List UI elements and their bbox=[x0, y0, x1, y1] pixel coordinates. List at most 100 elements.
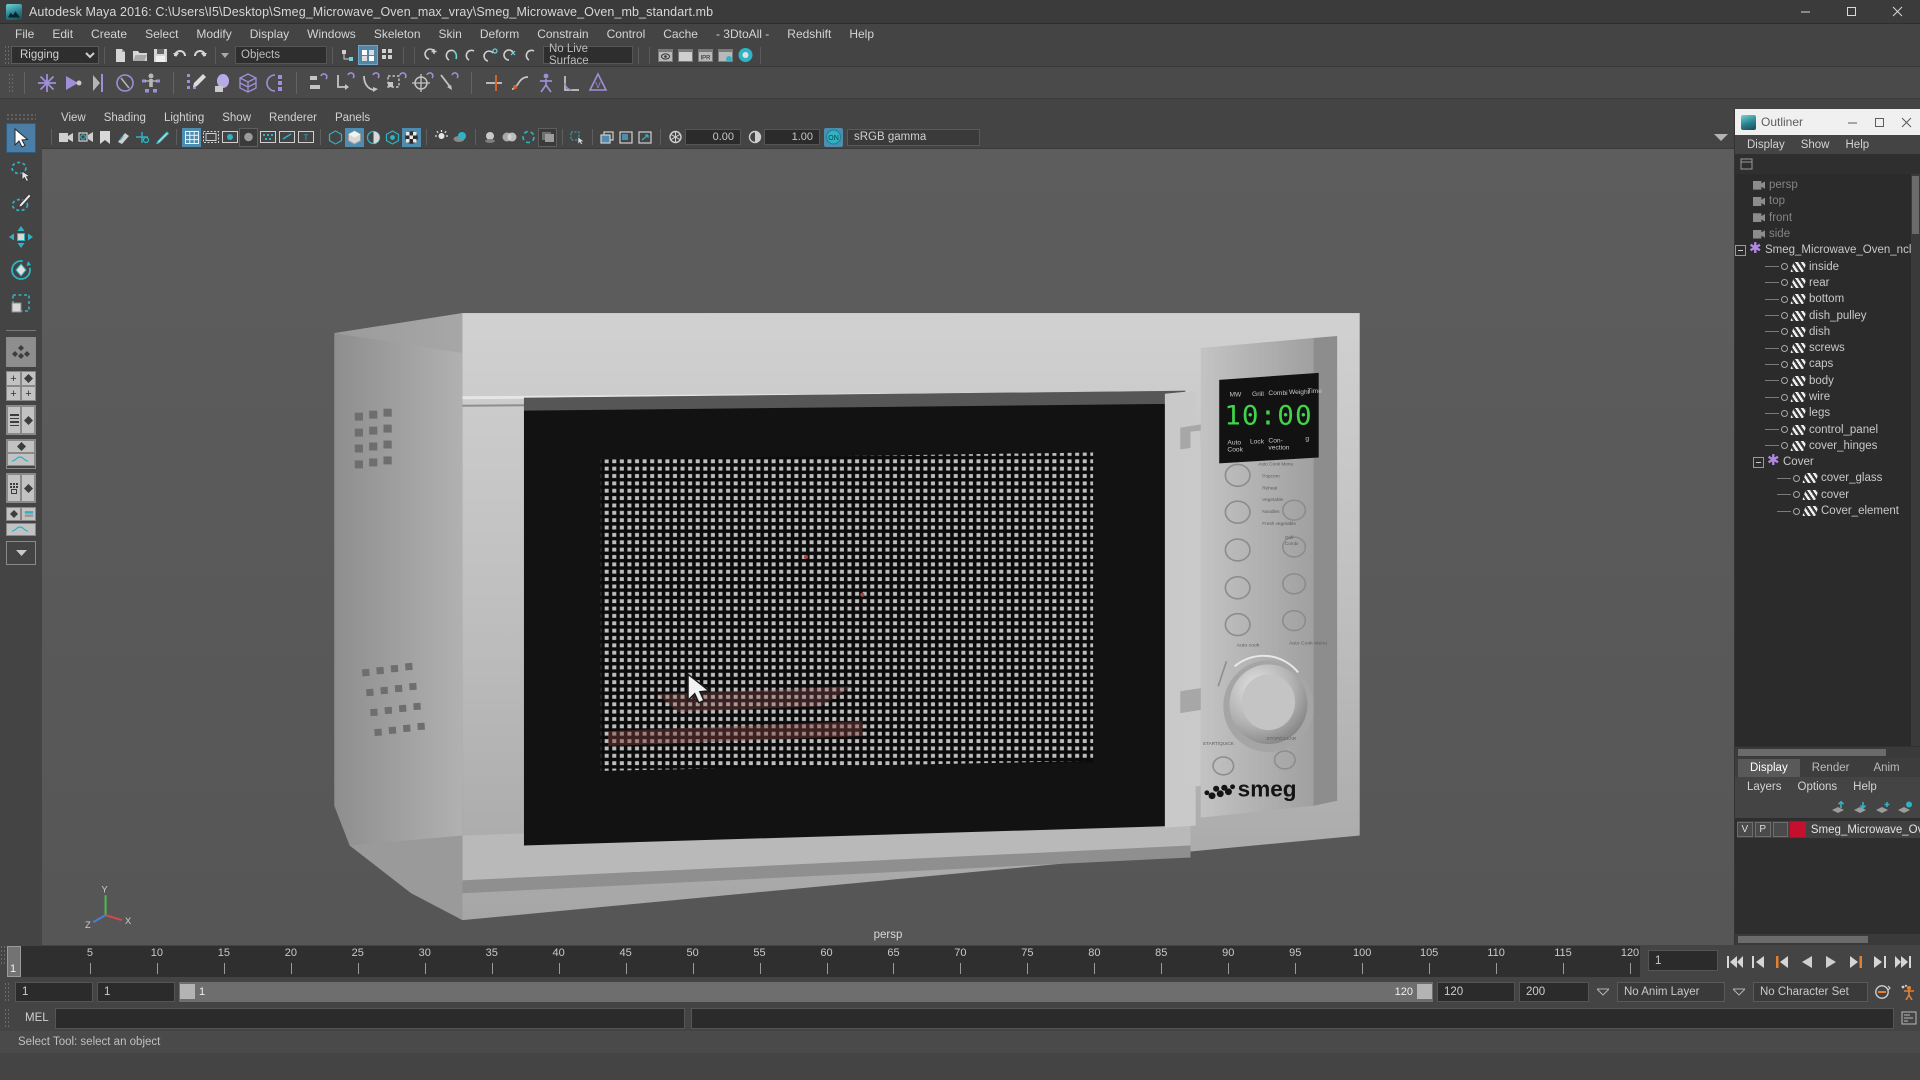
ik-spline-handle-icon[interactable] bbox=[507, 70, 533, 96]
depth-of-field-icon[interactable] bbox=[538, 127, 557, 147]
node-dot-icon[interactable] bbox=[1781, 263, 1788, 271]
time-slider[interactable]: 1 5 10 15 20 25 30 35 40 45 50 55 60 65 70 75 80 85 90 95 1… bbox=[7, 946, 1640, 977]
node-dot-icon[interactable] bbox=[1781, 442, 1788, 450]
outliner-vertical-scrollbar[interactable] bbox=[1911, 174, 1920, 746]
motion-blur-icon[interactable] bbox=[500, 128, 519, 147]
layer-row[interactable]: V P Smeg_Microwave_Ove bbox=[1737, 821, 1920, 838]
node-dot-icon[interactable] bbox=[1781, 393, 1788, 401]
ipr-render-icon[interactable]: IPR bbox=[695, 45, 715, 65]
color-profile-dropdown-icon[interactable] bbox=[1714, 133, 1728, 142]
playback-end-field[interactable]: 200 bbox=[1519, 981, 1589, 1002]
hypershade-persp-layout-icon[interactable] bbox=[6, 473, 36, 503]
shadows-toggle-icon[interactable] bbox=[451, 128, 470, 147]
scale-constraint-icon[interactable] bbox=[384, 70, 410, 96]
node-dot-icon[interactable] bbox=[1793, 507, 1800, 515]
undo-icon[interactable] bbox=[170, 45, 190, 65]
viewport-menu-renderer[interactable]: Renderer bbox=[260, 112, 326, 124]
gamma-icon[interactable] bbox=[745, 128, 764, 147]
outliner-item-body[interactable]: body bbox=[1735, 373, 1920, 389]
outliner-item-dish-pulley[interactable]: dish_pulley bbox=[1735, 307, 1920, 323]
node-dot-icon[interactable] bbox=[1793, 491, 1800, 499]
exposure-field[interactable]: 0.00 bbox=[685, 129, 741, 145]
menuset-selector[interactable]: Rigging bbox=[11, 46, 99, 64]
outliner-item-rear[interactable]: rear bbox=[1735, 275, 1920, 291]
outliner-item-cover[interactable]: ✱ Cover bbox=[1735, 453, 1920, 470]
layer-list[interactable]: V P Smeg_Microwave_Ove bbox=[1735, 818, 1920, 934]
outliner-maximize-button[interactable] bbox=[1866, 109, 1893, 135]
xray-toggle-icon[interactable] bbox=[258, 128, 277, 147]
point-constraint-icon[interactable] bbox=[332, 70, 358, 96]
expand-panel-icon[interactable] bbox=[636, 128, 655, 147]
rotate-tool[interactable] bbox=[6, 255, 36, 285]
camera-attributes-icon[interactable] bbox=[76, 128, 95, 147]
layer-horizontal-scrollbar[interactable] bbox=[1735, 934, 1920, 945]
outliner-item-side[interactable]: side bbox=[1735, 226, 1920, 242]
snap-to-grid-icon[interactable] bbox=[420, 45, 440, 65]
film-gate-icon[interactable] bbox=[201, 128, 220, 147]
grid-toggle-icon[interactable] bbox=[182, 127, 201, 147]
play-forwards-button[interactable] bbox=[1820, 951, 1842, 973]
paint-select-tool[interactable] bbox=[6, 189, 36, 219]
select-camera-icon[interactable] bbox=[57, 128, 76, 147]
single-perspective-layout-icon[interactable] bbox=[6, 337, 36, 367]
full-body-ik-icon[interactable] bbox=[533, 70, 559, 96]
bind-skin-icon[interactable] bbox=[209, 70, 235, 96]
tab-anim[interactable]: Anim bbox=[1861, 759, 1912, 777]
orient-constraint-icon[interactable] bbox=[358, 70, 384, 96]
layer-menu-options[interactable]: Options bbox=[1790, 781, 1846, 793]
viewport-menu-panels[interactable]: Panels bbox=[326, 112, 379, 124]
outliner-persp-layout-icon[interactable] bbox=[6, 405, 36, 435]
node-dot-icon[interactable] bbox=[1781, 328, 1788, 336]
maximize-button[interactable] bbox=[1828, 0, 1874, 24]
3d-viewport[interactable]: MW Grill Combi Weight Time Auto Cook Lock… bbox=[42, 148, 1734, 945]
resolution-gate-icon[interactable] bbox=[220, 128, 239, 147]
node-dot-icon[interactable] bbox=[1781, 279, 1788, 287]
four-view-layout-icon[interactable]: + + + bbox=[6, 371, 36, 401]
lasso-select-tool[interactable] bbox=[6, 156, 36, 186]
persp-graph-layout-icon[interactable] bbox=[6, 439, 36, 469]
range-right-grip[interactable] bbox=[1417, 983, 1432, 999]
menu-cache[interactable]: Cache bbox=[654, 24, 707, 44]
layer-menu-layers[interactable]: Layers bbox=[1739, 781, 1790, 793]
layer-visibility-toggle[interactable]: V bbox=[1737, 822, 1753, 837]
orient-joint-icon[interactable] bbox=[112, 70, 138, 96]
tab-display[interactable]: Display bbox=[1738, 759, 1800, 777]
step-forward-keyframe-button[interactable] bbox=[1868, 951, 1890, 973]
scale-tool[interactable] bbox=[6, 288, 36, 318]
textured-mode-icon[interactable] bbox=[402, 127, 421, 147]
outliner-search-bar[interactable] bbox=[1735, 154, 1920, 174]
wireframe-shading-icon[interactable] bbox=[326, 128, 345, 147]
node-dot-icon[interactable] bbox=[1781, 312, 1788, 320]
expander-icon[interactable] bbox=[1735, 244, 1746, 256]
select-tool[interactable] bbox=[6, 123, 36, 153]
select-by-hierarchy-icon[interactable] bbox=[338, 45, 358, 65]
parent-constraint-icon[interactable] bbox=[306, 70, 332, 96]
close-button[interactable] bbox=[1874, 0, 1920, 24]
menu-3dtoall[interactable]: - 3DtoAll - bbox=[707, 24, 778, 44]
menu-display[interactable]: Display bbox=[241, 24, 298, 44]
rangeslider-drag-handle[interactable] bbox=[4, 981, 11, 1002]
range-dropdown-icon[interactable] bbox=[1593, 988, 1613, 996]
aim-constraint-icon[interactable] bbox=[410, 70, 436, 96]
range-slider-bar[interactable]: 1 120 bbox=[179, 981, 1433, 1002]
set-preferred-angle-icon[interactable] bbox=[559, 70, 585, 96]
menu-skeleton[interactable]: Skeleton bbox=[365, 24, 430, 44]
outliner-item-screws[interactable]: screws bbox=[1735, 340, 1920, 356]
move-layer-up-icon[interactable] bbox=[1831, 800, 1846, 814]
render-current-frame-icon[interactable] bbox=[655, 45, 675, 65]
menu-control[interactable]: Control bbox=[598, 24, 655, 44]
new-layer-icon[interactable] bbox=[1875, 801, 1890, 814]
isolate-select-icon[interactable] bbox=[568, 128, 587, 147]
node-dot-icon[interactable] bbox=[1781, 295, 1788, 303]
multisample-aa-icon[interactable] bbox=[519, 128, 538, 147]
outliner-item-wire[interactable]: wire bbox=[1735, 389, 1920, 405]
new-layer-from-selected-icon[interactable] bbox=[1897, 801, 1912, 814]
character-set-select[interactable]: No Character Set bbox=[1753, 981, 1868, 1002]
outliner-item-cover-hinges[interactable]: cover_hinges bbox=[1735, 438, 1920, 454]
outliner-item-smeg-microwave-oven-ncl1[interactable]: ✱ Smeg_Microwave_Oven_ncl1_ bbox=[1735, 241, 1920, 258]
snap-to-view-planes-icon[interactable] bbox=[500, 45, 520, 65]
outliner-item-bottom[interactable]: bottom bbox=[1735, 291, 1920, 307]
go-to-start-button[interactable] bbox=[1724, 951, 1746, 973]
range-left-grip[interactable] bbox=[180, 983, 195, 999]
outliner-item-top[interactable]: top bbox=[1735, 193, 1920, 209]
